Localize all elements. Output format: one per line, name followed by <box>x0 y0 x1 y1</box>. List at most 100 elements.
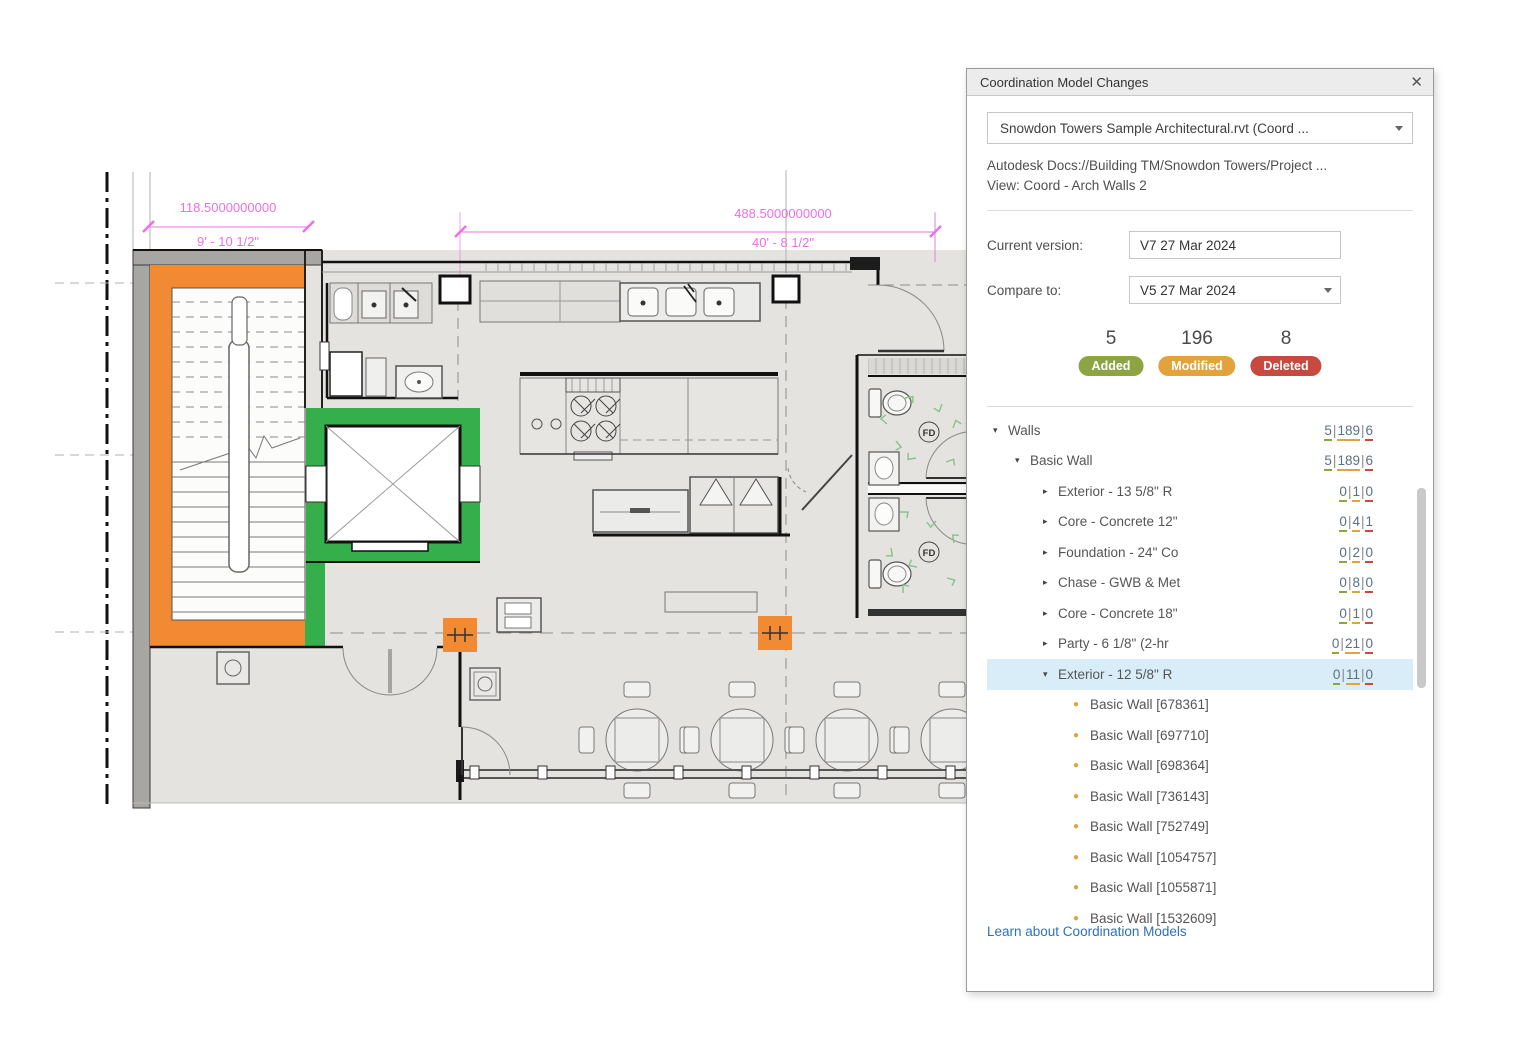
expand-icon[interactable]: ▸ <box>1043 486 1058 497</box>
modified-dot-icon: ● <box>1073 760 1080 772</box>
model-select-value: Snowdon Towers Sample Architectural.rvt … <box>1000 120 1309 136</box>
model-source-info: Autodesk Docs://Building TM/Snowdon Towe… <box>987 156 1413 196</box>
application-window: { "plan": { "dim1_top": "118.5000000000"… <box>0 0 1536 1054</box>
current-version-row: Current version: V7 27 Mar 2024 <box>987 231 1413 259</box>
column <box>438 274 472 305</box>
collapse-icon[interactable]: ▾ <box>1015 455 1030 466</box>
expand-icon[interactable]: ▸ <box>1043 608 1058 619</box>
svg-text:40' - 8 1/2": 40' - 8 1/2" <box>752 235 814 250</box>
added-stat: 5 Added <box>1078 328 1144 376</box>
tree-item[interactable]: ▸ Chase - GWB & Met 0|8|0 <box>987 568 1413 599</box>
modified-dot-icon: ● <box>1073 729 1080 741</box>
tree-item-label: Exterior - 12 5/8" R <box>1058 666 1173 682</box>
tree-item-label: Party - 6 1/8" (2-hr <box>1058 636 1169 652</box>
svg-text:488.5000000000: 488.5000000000 <box>734 206 832 221</box>
current-version-value: V7 27 Mar 2024 <box>1140 237 1237 253</box>
panel-body: Snowdon Towers Sample Architectural.rvt … <box>967 96 1433 952</box>
tree-item[interactable]: ▾ Exterior - 12 5/8" R 0|11|0 <box>987 659 1413 690</box>
current-version-label: Current version: <box>987 237 1084 253</box>
kitchen-island <box>519 372 779 461</box>
added-count: 5 <box>1105 328 1117 349</box>
change-counts[interactable]: 0|11|0 <box>1332 666 1373 685</box>
element-label: Basic Wall [678361] <box>1090 697 1209 713</box>
panel-titlebar[interactable]: Coordination Model Changes ✕ <box>967 69 1433 96</box>
expand-icon[interactable]: ▸ <box>1043 547 1058 558</box>
expand-icon[interactable]: ▸ <box>1043 577 1058 588</box>
tree-item-label: Core - Concrete 18" <box>1058 605 1178 621</box>
change-counts[interactable]: 5|189|6 <box>1324 422 1373 441</box>
close-icon[interactable]: ✕ <box>1410 75 1423 90</box>
tree-item-label: Core - Concrete 12" <box>1058 514 1178 530</box>
dimension-118: 118.5000000000 9' - 10 1/2" <box>142 200 315 249</box>
modified-dot-icon: ● <box>1073 882 1080 894</box>
modified-dot-icon: ● <box>1073 790 1080 802</box>
compare-to-label: Compare to: <box>987 282 1062 298</box>
tree-item[interactable]: ▾ Basic Wall 5|189|6 <box>987 446 1413 477</box>
change-counts[interactable]: 0|1|0 <box>1339 483 1373 502</box>
deleted-badge: Deleted <box>1250 356 1322 376</box>
chevron-down-icon <box>1395 125 1403 131</box>
element-list-item[interactable]: ● Basic Wall [736143] <box>987 781 1413 812</box>
change-counts[interactable]: 0|2|0 <box>1339 544 1373 563</box>
change-counts[interactable]: 5|189|6 <box>1324 453 1373 472</box>
modified-dot-icon: ● <box>1073 912 1080 924</box>
svg-text:9' - 10 1/2": 9' - 10 1/2" <box>197 234 259 249</box>
tree-item[interactable]: ▸ Party - 6 1/8" (2-hr 0|21|0 <box>987 629 1413 660</box>
chevron-down-icon <box>1324 287 1332 293</box>
compare-to-value: V5 27 Mar 2024 <box>1140 282 1237 298</box>
element-list-item[interactable]: ● Basic Wall [678361] <box>987 690 1413 721</box>
modified-count: 196 <box>1181 328 1213 349</box>
compare-to-dropdown[interactable]: V5 27 Mar 2024 <box>1129 276 1341 304</box>
element-list-item[interactable]: ● Basic Wall [1054757] <box>987 842 1413 873</box>
change-counts[interactable]: 0|8|0 <box>1339 575 1373 594</box>
tree-item-label: Basic Wall <box>1030 453 1093 469</box>
element-list-item[interactable]: ● Basic Wall [752749] <box>987 812 1413 843</box>
learn-link[interactable]: Learn about Coordination Models <box>987 924 1187 939</box>
tree-item-label: Walls <box>1008 422 1041 438</box>
modified-dot-icon: ● <box>1073 851 1080 863</box>
deleted-count: 8 <box>1280 328 1292 349</box>
source-view: View: Coord - Arch Walls 2 <box>987 178 1147 193</box>
svg-text:118.5000000000: 118.5000000000 <box>180 200 277 215</box>
element-label: Basic Wall [752749] <box>1090 819 1209 835</box>
tree-item[interactable]: ▸ Foundation - 24" Co 0|2|0 <box>987 537 1413 568</box>
compare-to-row: Compare to: V5 27 Mar 2024 <box>987 276 1413 304</box>
collapse-icon[interactable]: ▾ <box>993 425 1008 436</box>
element-list-item[interactable]: ● Basic Wall [1055871] <box>987 873 1413 904</box>
tree-item-label: Chase - GWB & Met <box>1058 575 1181 591</box>
panel-title: Coordination Model Changes <box>980 74 1149 90</box>
change-counts[interactable]: 0|1|0 <box>1339 605 1373 624</box>
element-label: Basic Wall [736143] <box>1090 788 1209 804</box>
changes-tree: ▾ Walls 5|189|6 ▾ Basic Wall 5|189|6 ▸ Exterior… <box>987 415 1413 927</box>
deleted-stat: 8 Deleted <box>1250 328 1322 376</box>
expand-icon[interactable]: ▸ <box>1043 638 1058 649</box>
kitchen-counter <box>479 280 761 323</box>
collapse-icon[interactable]: ▾ <box>1043 669 1058 680</box>
change-counts[interactable]: 0|4|1 <box>1339 514 1373 533</box>
element-list-item[interactable]: ● Basic Wall [698364] <box>987 751 1413 782</box>
modified-badge: Modified <box>1158 356 1236 376</box>
current-version-field[interactable]: V7 27 Mar 2024 <box>1129 231 1341 259</box>
tree-item[interactable]: ▾ Walls 5|189|6 <box>987 415 1413 446</box>
change-counts[interactable]: 0|21|0 <box>1331 636 1373 655</box>
divider <box>987 210 1413 211</box>
modified-stat: 196 Modified <box>1158 328 1236 376</box>
tree-item-label: Foundation - 24" Co <box>1058 544 1179 560</box>
scrollbar[interactable] <box>1417 488 1426 688</box>
element-label: Basic Wall [1054757] <box>1090 849 1217 865</box>
element-label: Basic Wall [698364] <box>1090 758 1209 774</box>
elevator-shaft <box>305 424 481 563</box>
tree-item-label: Exterior - 13 5/8" R <box>1058 483 1173 499</box>
model-select-dropdown[interactable]: Snowdon Towers Sample Architectural.rvt … <box>987 112 1413 144</box>
expand-icon[interactable]: ▸ <box>1043 516 1058 527</box>
tree-item[interactable]: ▸ Core - Concrete 18" 0|1|0 <box>987 598 1413 629</box>
tree-item[interactable]: ▸ Core - Concrete 12" 0|4|1 <box>987 507 1413 538</box>
element-label: Basic Wall [1055871] <box>1090 880 1217 896</box>
element-list-item[interactable]: ● Basic Wall [697710] <box>987 720 1413 751</box>
tree-item[interactable]: ▸ Exterior - 13 5/8" R 0|1|0 <box>987 476 1413 507</box>
coordination-model-changes-panel: Coordination Model Changes ✕ Snowdon Tow… <box>966 68 1434 992</box>
modified-dot-icon: ● <box>1073 699 1080 711</box>
divider <box>987 406 1413 407</box>
modified-dot-icon: ● <box>1073 821 1080 833</box>
change-stats: 5 Added 196 Modified 8 Deleted <box>987 328 1413 392</box>
